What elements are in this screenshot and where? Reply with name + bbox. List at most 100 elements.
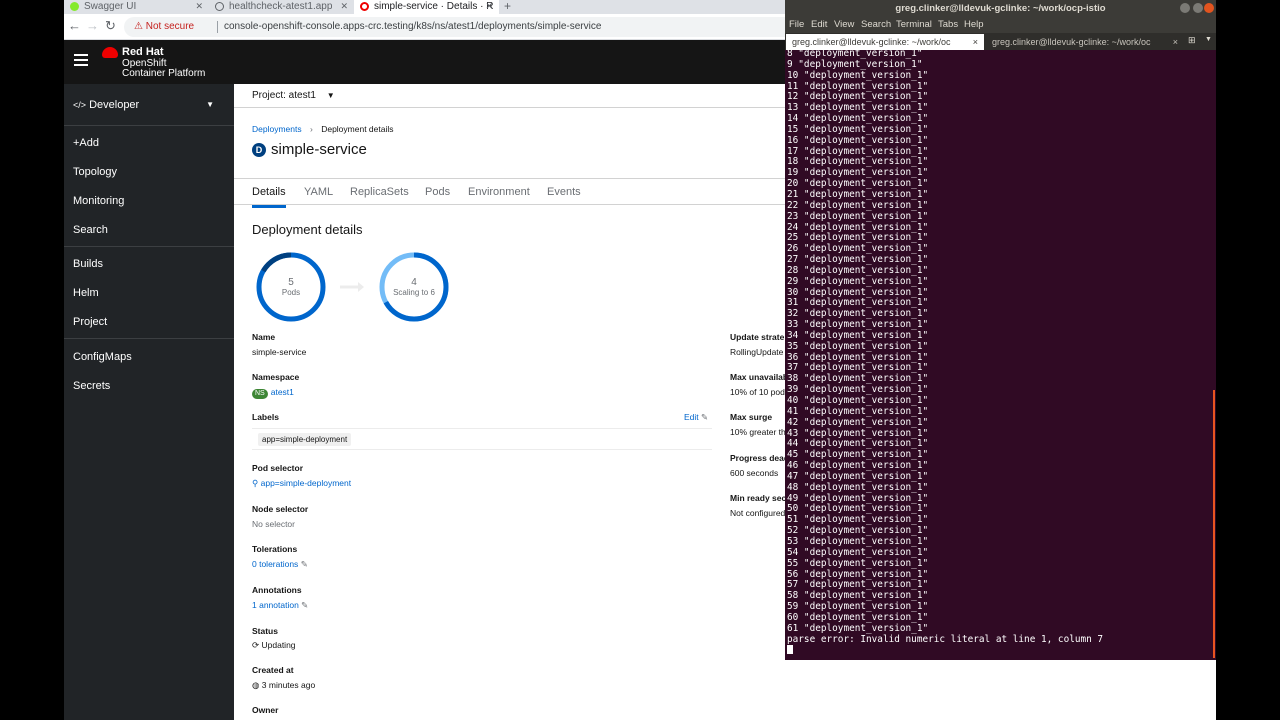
namespace-badge: NS	[252, 389, 268, 399]
close-icon[interactable]	[1204, 3, 1214, 13]
terminal-tab-2[interactable]: greg.clinker@lldevuk-gclinke: ~/work/oc …	[986, 34, 1184, 50]
maximize-icon[interactable]	[1193, 3, 1203, 13]
created-label: Created at	[252, 665, 294, 675]
browser-tab-swagger[interactable]: Swagger UI ✕	[64, 0, 209, 14]
not-secure-indicator[interactable]: ⚠ Not secure	[134, 17, 194, 37]
terminal-line: 29 "deployment_version_1"	[787, 275, 929, 287]
status-value: Updating	[261, 640, 296, 650]
namespace-link[interactable]: NS atest1	[252, 387, 294, 399]
menu-edit[interactable]: Edit	[811, 19, 827, 30]
brand-line-3: Container Platform	[122, 68, 206, 79]
menu-search[interactable]: Search	[861, 19, 891, 30]
terminal-menubar: File Edit View Search Terminal Tabs Help	[785, 17, 1216, 33]
terminal-titlebar[interactable]: greg.clinker@lldevuk-gclinke: ~/work/ocp…	[785, 0, 1216, 17]
close-icon[interactable]: ✕	[485, 0, 493, 13]
labels-label: Labels	[252, 412, 279, 422]
sidebar-item-project[interactable]: Project	[73, 316, 107, 328]
sidebar-item-add[interactable]: +Add	[73, 137, 99, 149]
tab-yaml[interactable]: YAML	[304, 186, 333, 198]
pencil-icon: ✎	[301, 600, 309, 610]
update-strategy-label: Update strate	[730, 332, 785, 342]
name-label: Name	[252, 332, 276, 342]
sidebar-item-helm[interactable]: Helm	[73, 287, 99, 299]
menu-terminal[interactable]: Terminal	[896, 19, 932, 30]
pod-count-label: Pods	[281, 288, 301, 297]
breadcrumb-current: Deployment details	[321, 124, 394, 134]
menu-file[interactable]: File	[789, 19, 804, 30]
breadcrumb: Deployments › Deployment details	[252, 124, 394, 134]
not-secure-label: Not secure	[145, 21, 195, 32]
min-ready-label: Min ready sec	[730, 493, 787, 503]
terminal-output[interactable]: 8 "deployment_version_1" 9 "deployment_ve…	[787, 48, 1209, 657]
pod-count-donut[interactable]: 5 Pods	[255, 251, 327, 323]
pencil-icon: ✎	[300, 559, 308, 569]
tab-details[interactable]: Details	[252, 186, 286, 208]
tolerations-link[interactable]: 0 tolerations ✎	[252, 559, 308, 570]
scaling-donut[interactable]: 4 Scaling to 6	[378, 251, 450, 323]
terminal-title: greg.clinker@lldevuk-gclinke: ~/work/ocp…	[895, 3, 1106, 14]
terminal-line: 35 "deployment_version_1"	[787, 340, 929, 352]
menu-help[interactable]: Help	[964, 19, 984, 30]
new-tab-button[interactable]: +	[504, 0, 511, 12]
max-surge-value: 10% greater th	[730, 427, 786, 437]
perspective-label: Developer	[89, 99, 140, 111]
back-arrow-icon[interactable]: ←	[68, 19, 81, 33]
url-text[interactable]: console-openshift-console.apps-crc.testi…	[224, 17, 601, 37]
desktop: Swagger UI ✕ healthcheck-atest1.app ✕ si…	[0, 0, 1280, 720]
sync-icon: ⟳	[252, 640, 260, 650]
chevron-right-icon: ›	[309, 124, 313, 134]
terminal-line: 61 "deployment_version_1"	[787, 622, 929, 634]
sidebar-item-monitoring[interactable]: Monitoring	[73, 195, 124, 207]
labels-edit-button[interactable]: Edit ✎	[684, 412, 708, 423]
close-icon[interactable]: ×	[1173, 34, 1178, 50]
close-icon[interactable]: ✕	[195, 0, 203, 13]
terminal-line: 55 "deployment_version_1"	[787, 557, 929, 569]
nav-divider	[64, 125, 234, 126]
sidebar-item-topology[interactable]: Topology	[73, 166, 117, 178]
menu-tabs[interactable]: Tabs	[938, 19, 958, 30]
swagger-favicon-icon	[70, 2, 79, 11]
annotations-value: 1 annotation	[252, 600, 299, 610]
menu-view[interactable]: View	[834, 19, 854, 30]
nav-divider	[64, 246, 234, 247]
new-terminal-tab-icon[interactable]: ⊞	[1188, 35, 1196, 46]
tab-replicasets[interactable]: ReplicaSets	[350, 186, 409, 198]
openshift-favicon-icon	[360, 2, 369, 11]
tab-events[interactable]: Events	[547, 186, 581, 198]
annotations-link[interactable]: 1 annotation ✎	[252, 600, 308, 611]
browser-tab-simple-service[interactable]: simple-service · Details · R ✕	[354, 0, 499, 14]
tolerations-label: Tolerations	[252, 544, 298, 554]
pod-selector-link[interactable]: ⚲ app=simple-deployment	[252, 478, 351, 489]
terminal-prompt-line[interactable]	[787, 645, 1209, 657]
redhat-openshift-logo[interactable]: Red Hat OpenShift Container Platform	[102, 46, 212, 80]
breadcrumb-deployments-link[interactable]: Deployments	[252, 124, 302, 134]
tab-environment[interactable]: Environment	[468, 186, 530, 198]
tab-menu-caret-icon[interactable]: ▼	[1205, 36, 1212, 43]
perspective-switcher[interactable]: </> Developer ▼	[64, 92, 234, 118]
sidebar-item-search[interactable]: Search	[73, 224, 108, 236]
max-unavailable-value: 10% of 10 pods	[730, 387, 790, 397]
status-value-row: ⟳ Updating	[252, 640, 296, 651]
minimize-icon[interactable]	[1180, 3, 1190, 13]
hamburger-menu-icon[interactable]	[74, 54, 88, 66]
terminal-line: 23 "deployment_version_1"	[787, 210, 929, 222]
sidebar-item-configmaps[interactable]: ConfigMaps	[73, 351, 132, 363]
caret-down-icon: ▼	[206, 100, 214, 109]
annotations-label: Annotations	[252, 585, 302, 595]
globe-favicon-icon	[215, 2, 224, 11]
pod-count-value: 5	[288, 277, 294, 288]
tab-pods[interactable]: Pods	[425, 186, 450, 198]
close-icon[interactable]: ✕	[340, 0, 348, 13]
forward-arrow-icon[interactable]: →	[86, 19, 99, 33]
close-icon[interactable]: ×	[973, 34, 978, 50]
namespace-value: atest1	[270, 387, 294, 397]
label-chip[interactable]: app=simple-deployment	[258, 433, 352, 446]
sidebar-item-builds[interactable]: Builds	[73, 258, 103, 270]
terminal-tab-title: greg.clinker@lldevuk-gclinke: ~/work/oc	[992, 37, 1151, 47]
terminal-scrollbar[interactable]	[1213, 390, 1215, 658]
browser-tab-healthcheck[interactable]: healthcheck-atest1.app ✕	[209, 0, 354, 14]
sidebar-item-secrets[interactable]: Secrets	[73, 380, 110, 392]
terminal-error-line: parse error: Invalid numeric literal at …	[787, 633, 1104, 645]
name-value: simple-service	[252, 347, 307, 357]
reload-icon[interactable]: ↻	[105, 19, 116, 33]
